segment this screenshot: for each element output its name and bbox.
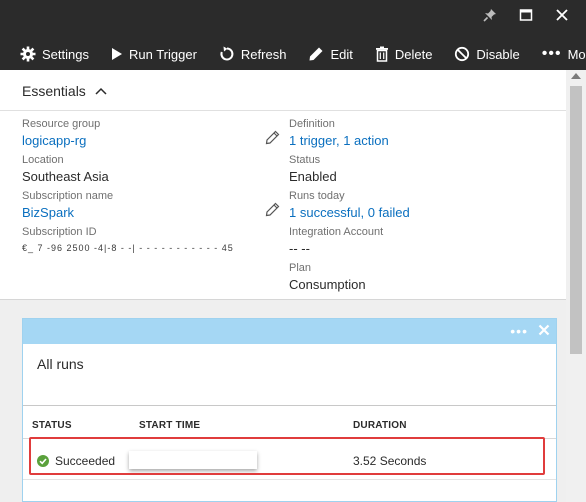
column-header-status[interactable]: STATUS [32,420,72,431]
refresh-label: Refresh [240,46,287,62]
refresh-button[interactable]: Refresh [219,46,287,62]
field-label: Runs today [289,190,345,202]
close-button[interactable] [544,4,580,26]
maximize-icon [519,9,533,21]
essentials-toggle[interactable]: Essentials [22,83,107,99]
runs-today-link[interactable]: 1 successful, 0 failed [289,203,559,222]
disable-icon [455,46,470,62]
field-integration-account: Integration Account -- -- [289,225,559,261]
field-value: Enabled [289,169,337,184]
delete-label: Delete [394,46,433,62]
disable-button[interactable]: Disable [454,46,520,62]
tile-title: All runs [37,356,84,372]
field-definition: Definition 1 trigger, 1 action [289,117,559,153]
edit-pencil-icon[interactable] [265,130,280,145]
blade-header: Settings Run Trigger Refresh Edit Delete… [0,0,586,70]
field-label: Plan [289,262,312,274]
tile-close-icon[interactable] [538,324,550,336]
disable-label: Disable [476,46,520,62]
command-bar: Settings Run Trigger Refresh Edit Delete… [0,40,586,68]
edit-pencil-icon[interactable] [265,202,280,217]
definition-link[interactable]: 1 trigger, 1 action [289,131,559,150]
column-header-duration[interactable]: DURATION [353,420,407,431]
delete-button[interactable]: Delete [375,46,433,62]
edit-button[interactable]: Edit [308,46,353,62]
divider [0,110,566,111]
pin-icon [483,9,496,22]
resource-group-link[interactable]: logicapp-rg [22,131,272,150]
column-header-start-time[interactable]: START TIME [139,420,200,431]
run-trigger-label: Run Trigger [128,46,197,62]
blade-content: Essentials Resource group logicapp-rg Lo… [0,70,566,502]
field-location: Location Southeast Asia [22,153,272,189]
divider [23,405,556,406]
maximize-button[interactable] [508,4,544,26]
gear-icon [20,46,36,62]
field-subscription-name: Subscription name BizSpark [22,189,280,225]
close-icon [556,9,568,21]
tile-header-bar: ••• [23,319,556,344]
field-label: Integration Account [289,226,384,238]
more-button[interactable]: ••• More [542,46,586,62]
field-plan: Plan Consumption [289,261,559,297]
essentials-right-column: Definition 1 trigger, 1 action Status En… [289,117,559,297]
field-label: Status [289,154,321,166]
vertical-scrollbar[interactable] [566,70,586,502]
highlight-box [29,437,545,475]
scroll-up-arrow-icon[interactable] [571,73,581,79]
field-value: -- -- [289,241,310,256]
pin-button[interactable] [472,4,508,26]
more-label: More [567,46,586,62]
field-label: Subscription ID [22,226,97,238]
refresh-icon [220,46,234,61]
essentials-title: Essentials [22,83,86,99]
ellipsis-icon: ••• [541,45,562,62]
field-resource-group: Resource group logicapp-rg [22,117,280,153]
scrollbar-thumb[interactable] [570,86,582,354]
play-icon [111,48,122,60]
divider [23,479,556,480]
run-trigger-button[interactable]: Run Trigger [111,47,197,62]
chevron-up-icon [95,87,107,95]
settings-button[interactable]: Settings [20,46,89,62]
field-value: Consumption [289,277,366,292]
tile-more-icon[interactable]: ••• [510,323,528,339]
field-label: Location [22,154,64,166]
field-label: Subscription name [22,190,114,202]
pencil-icon [309,47,323,61]
window-controls [472,4,580,26]
subscription-name-link[interactable]: BizSpark [22,203,272,222]
subscription-id-value: €_ 7 -96 2500 -4|-8 - -| - - - - - - - -… [22,243,234,253]
field-label: Definition [289,118,335,130]
field-runs-today: Runs today 1 successful, 0 failed [289,189,559,225]
edit-label: Edit [330,46,353,62]
settings-label: Settings [42,46,89,62]
essentials-left-column: Resource group logicapp-rg Location Sout… [22,117,280,261]
field-label: Resource group [22,118,101,130]
field-status: Status Enabled [289,153,559,189]
all-runs-tile[interactable]: ••• All runs STATUS START TIME DURATION … [22,318,557,502]
field-value: Southeast Asia [22,169,109,184]
trash-icon [375,46,388,62]
field-subscription-id: Subscription ID €_ 7 -96 2500 -4|-8 - -|… [22,225,272,261]
